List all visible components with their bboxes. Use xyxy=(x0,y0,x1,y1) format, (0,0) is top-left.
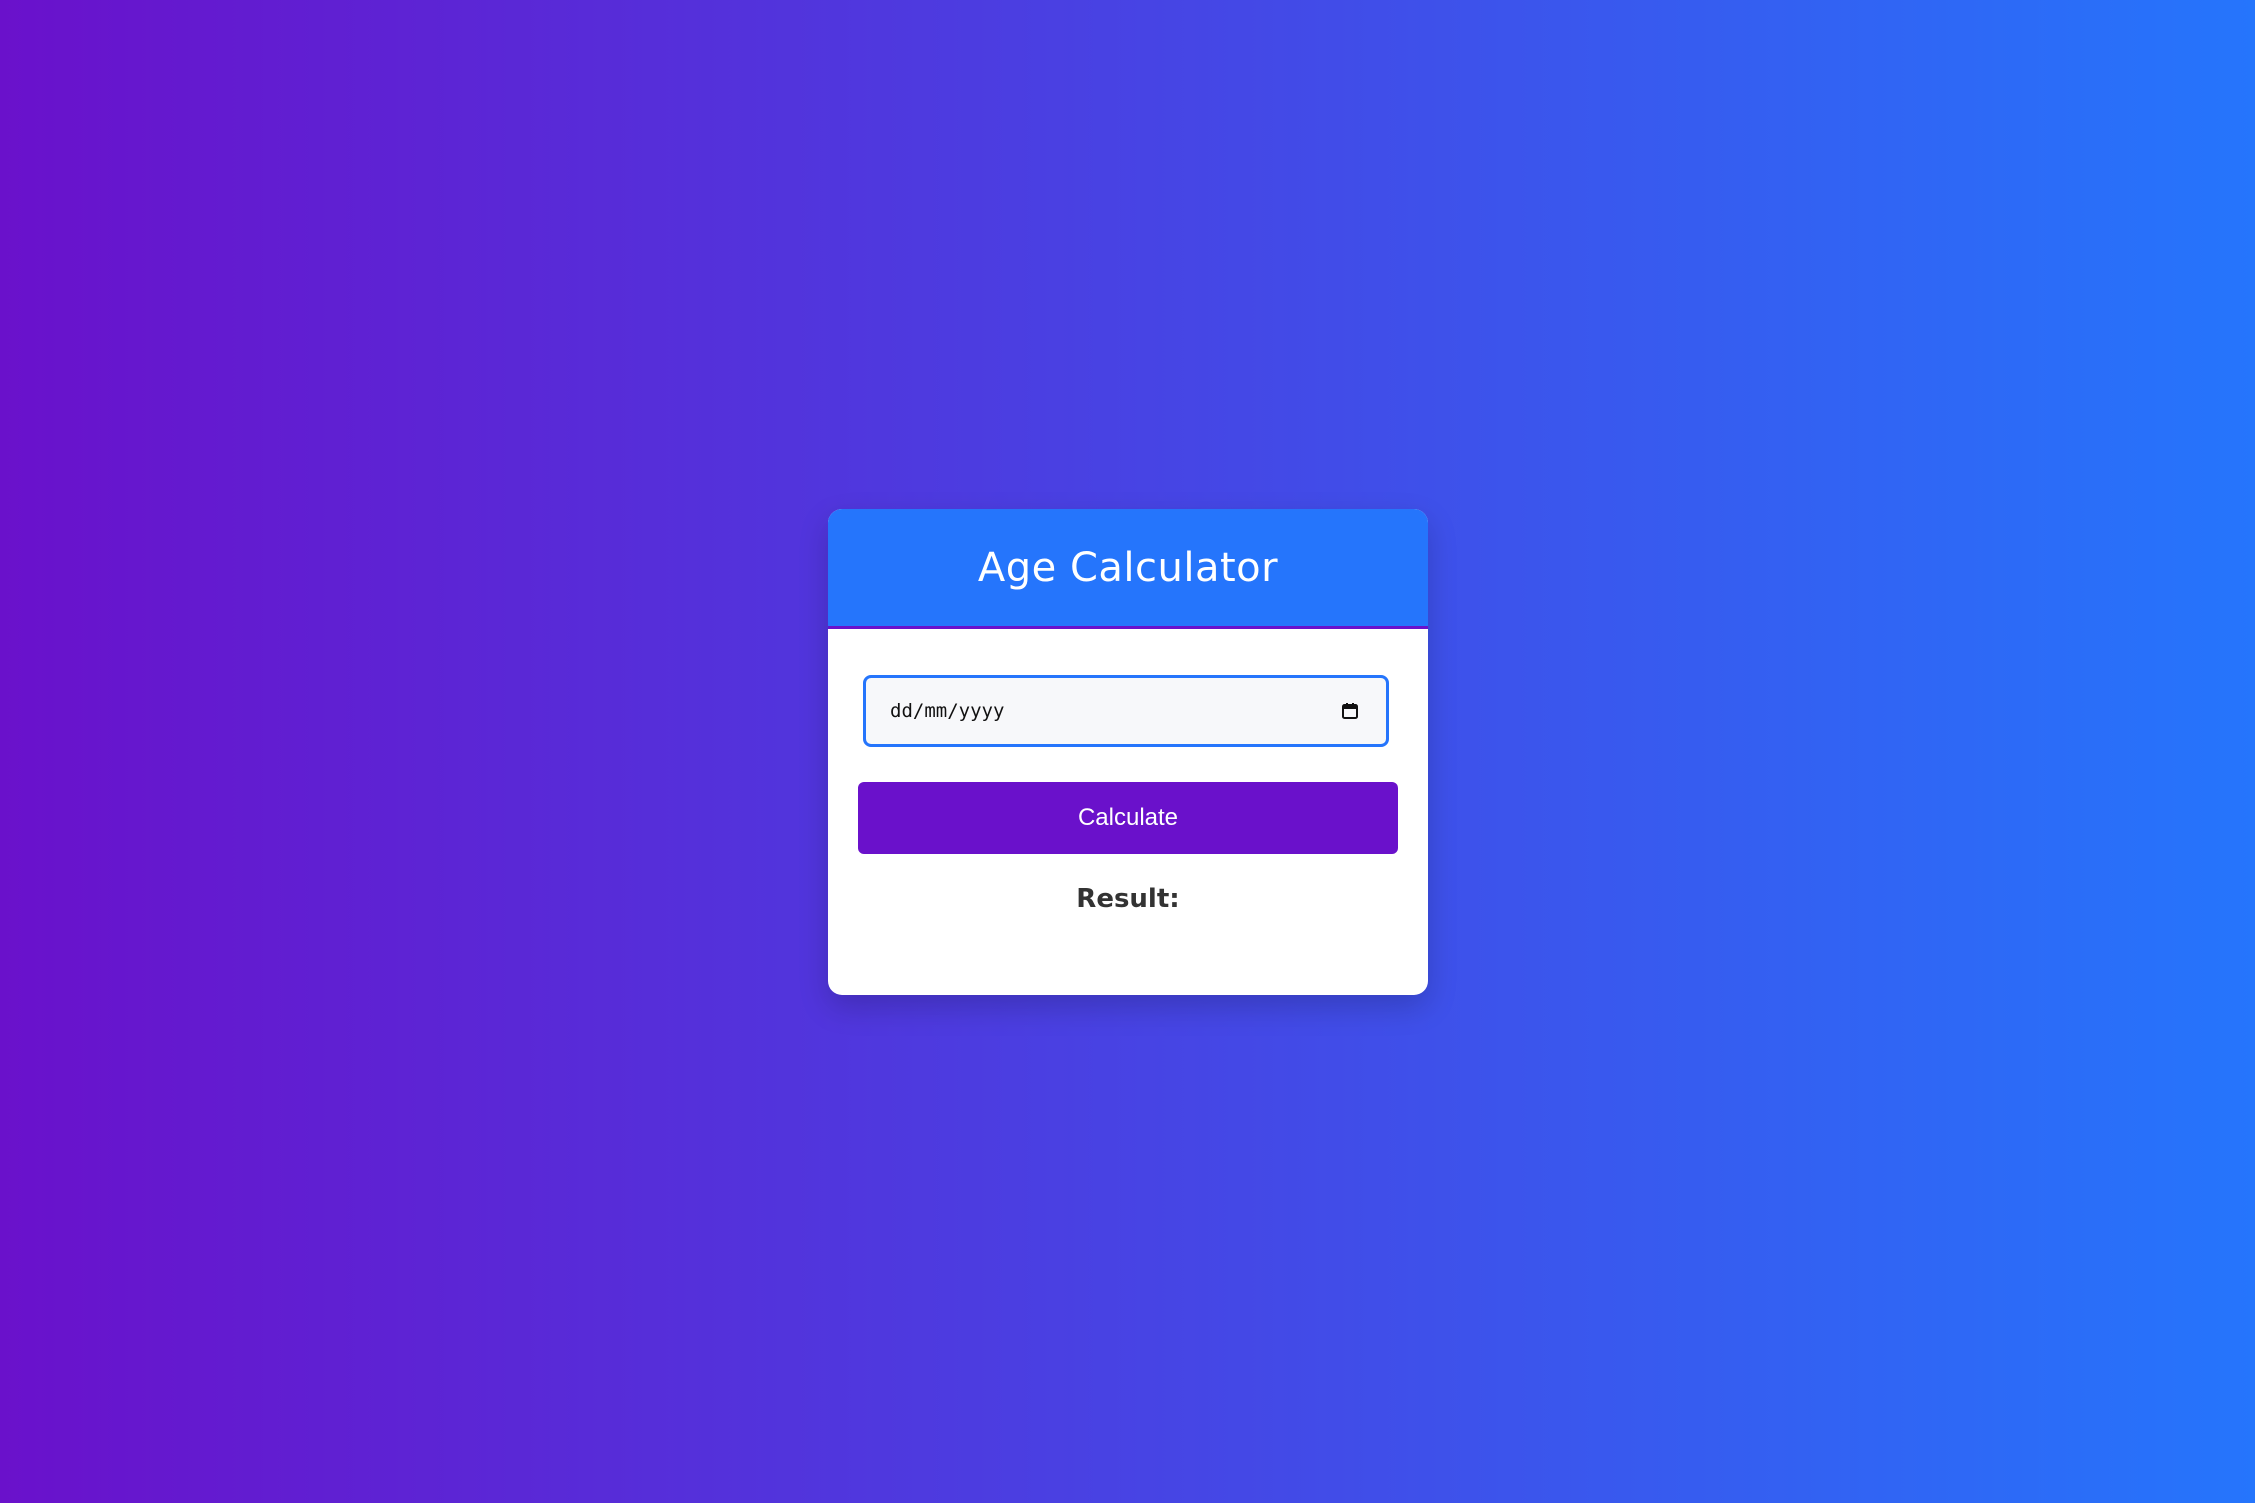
birthdate-input[interactable]: dd/mm/yyyy xyxy=(863,675,1389,747)
result-label: Result: xyxy=(1076,884,1180,914)
calendar-icon[interactable] xyxy=(1340,701,1360,721)
page-title: Age Calculator xyxy=(977,544,1279,591)
calculate-button[interactable]: Calculate xyxy=(858,782,1398,854)
date-input-text[interactable]: dd/mm/yyyy xyxy=(890,700,1340,722)
page-background: { "app": { "title": "Age Calculator" }, … xyxy=(0,0,2255,1503)
card-header: Age Calculator xyxy=(828,509,1428,629)
age-calculator-card: Age Calculator dd/mm/yyyy Calculate Resu… xyxy=(828,509,1428,995)
